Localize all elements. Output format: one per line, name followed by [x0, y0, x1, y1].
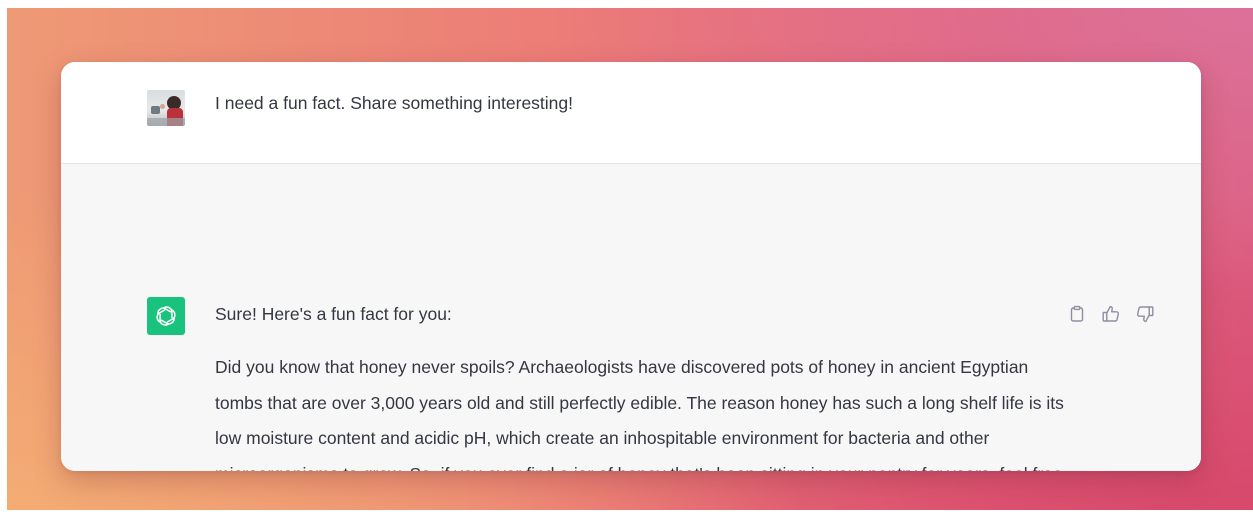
thumbs-up-button[interactable]	[1099, 302, 1123, 326]
thumbs-up-icon	[1102, 305, 1120, 322]
assistant-message-body: Did you know that honey never spoils? Ar…	[215, 357, 1064, 471]
user-avatar	[147, 90, 185, 126]
user-message-text: I need a fun fact. Share something inter…	[215, 93, 573, 113]
message-actions	[1065, 302, 1157, 326]
clipboard-icon	[1070, 305, 1084, 322]
chat-card: I need a fun fact. Share something inter…	[61, 62, 1201, 471]
assistant-message-intro: Sure! Here's a fun fact for you:	[215, 304, 452, 324]
user-message-row: I need a fun fact. Share something inter…	[61, 62, 1201, 164]
assistant-message-row: Sure! Here's a fun fact for you: Did you…	[61, 164, 1201, 471]
thumbs-down-button[interactable]	[1133, 302, 1157, 326]
copy-button[interactable]	[1065, 302, 1089, 326]
thumbs-down-icon	[1136, 306, 1154, 323]
openai-logo-icon	[147, 297, 185, 335]
assistant-message-content: Sure! Here's a fun fact for you: Did you…	[215, 302, 1065, 471]
